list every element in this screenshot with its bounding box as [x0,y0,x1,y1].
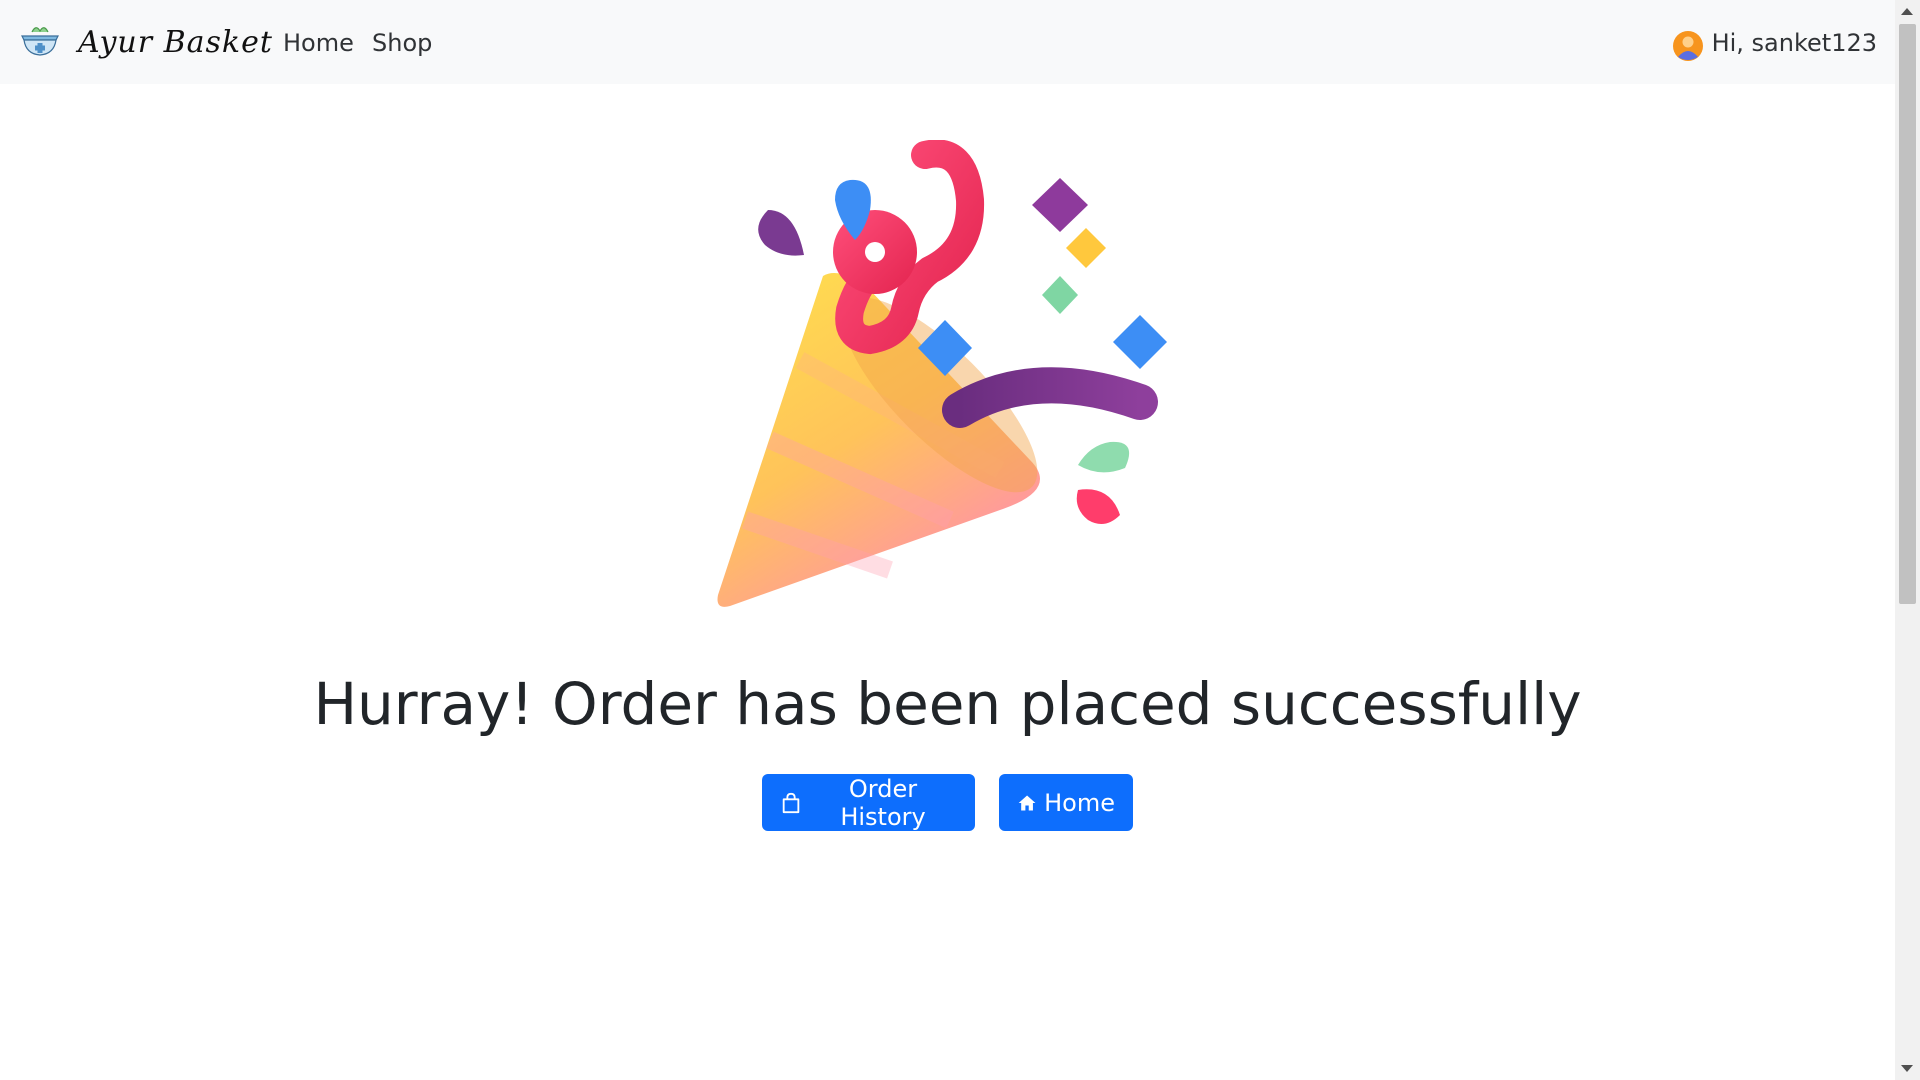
basket-bowl-icon [21,27,59,56]
page-scrollbar[interactable] [1895,0,1920,1080]
navbar: Ayur Basket Home Shop Hi, sanket123 [0,0,1895,84]
user-greeting[interactable]: Hi, sanket123 [1712,26,1877,60]
success-headline: Hurray! Order has been placed successful… [313,670,1582,738]
party-popper-icon [717,140,1167,607]
home-button[interactable]: Home [999,774,1133,831]
house-icon [1018,794,1036,811]
shopping-bag-icon [782,792,800,813]
order-history-label: Order History [840,774,926,831]
order-history-button[interactable]: Order History [762,774,975,831]
nav-link-shop[interactable]: Shop [372,26,432,60]
scroll-up-icon[interactable] [1901,8,1913,15]
home-label: Home [1044,788,1115,817]
user-avatar-icon[interactable] [1673,31,1703,61]
nav-link-home[interactable]: Home [283,26,354,60]
scroll-thumb[interactable] [1899,24,1916,604]
scroll-down-icon[interactable] [1901,1065,1913,1072]
brand-link[interactable]: Ayur Basket [16,18,273,66]
brand-name: Ayur Basket [78,24,273,60]
